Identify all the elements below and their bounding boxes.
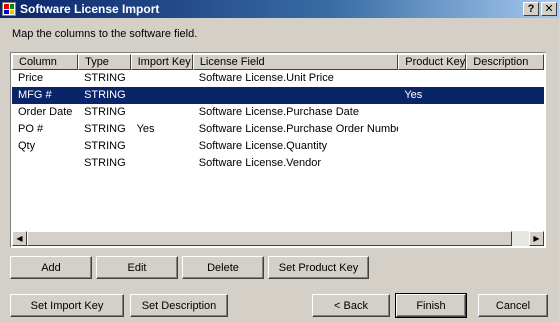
list-cell bbox=[466, 121, 544, 138]
list-item[interactable]: Price STRING Software License.Unit Price bbox=[12, 70, 544, 87]
edit-button[interactable]: Edit bbox=[96, 256, 178, 279]
list-cell bbox=[131, 87, 193, 104]
list-cell: STRING bbox=[84, 123, 126, 135]
list-item[interactable]: Qty STRING Software License.Quantity bbox=[12, 138, 544, 155]
column-header-product-key[interactable]: Product Key bbox=[398, 54, 467, 70]
help-button[interactable]: ? bbox=[523, 2, 539, 16]
column-header-column[interactable]: Column bbox=[12, 54, 79, 70]
list-cell: STRING bbox=[84, 157, 126, 169]
list-cell bbox=[131, 155, 193, 172]
list-cell: PO # bbox=[18, 123, 44, 135]
list-cell bbox=[131, 70, 193, 87]
list-cell bbox=[12, 155, 78, 172]
back-button[interactable]: < Back bbox=[312, 294, 390, 317]
column-header-type[interactable]: Type bbox=[78, 54, 131, 70]
list-cell bbox=[131, 104, 193, 121]
list-cell: Software License.Purchase Order Number bbox=[198, 123, 399, 135]
list-cell bbox=[398, 70, 466, 87]
add-button[interactable]: Add bbox=[10, 256, 92, 279]
list-cell: Software License.Quantity bbox=[198, 140, 328, 152]
column-header-license-field[interactable]: License Field bbox=[192, 54, 399, 70]
list-cell bbox=[466, 138, 544, 155]
scroll-track[interactable] bbox=[27, 231, 529, 246]
list-cell bbox=[466, 87, 544, 104]
column-mapping-list[interactable]: Column Type Import Key License Field Pro… bbox=[10, 52, 546, 248]
list-cell bbox=[193, 87, 399, 104]
list-cell bbox=[466, 155, 544, 172]
list-body: Price STRING Software License.Unit Price MF… bbox=[12, 70, 544, 172]
horizontal-scrollbar[interactable]: ◀ ▶ bbox=[12, 231, 544, 246]
list-item[interactable]: PO # STRING Yes Software License.Purchase O… bbox=[12, 121, 544, 138]
set-product-key-button[interactable]: Set Product Key bbox=[268, 256, 369, 279]
app-icon bbox=[2, 2, 16, 16]
list-cell bbox=[398, 121, 466, 138]
list-item[interactable]: Order Date STRING Software License.Purchas… bbox=[12, 104, 544, 121]
delete-button[interactable]: Delete bbox=[182, 256, 264, 279]
list-cell: Software License.Vendor bbox=[198, 157, 322, 169]
list-cell: Yes bbox=[136, 123, 155, 135]
list-header: Column Type Import Key License Field Pro… bbox=[12, 54, 544, 70]
list-cell bbox=[398, 104, 466, 121]
list-cell: Software License.Purchase Date bbox=[198, 106, 359, 118]
column-header-import-key[interactable]: Import Key bbox=[130, 54, 193, 70]
list-cell: STRING bbox=[84, 140, 126, 152]
window-title: Software License Import bbox=[20, 2, 160, 16]
list-item[interactable]: MFG # STRING Yes bbox=[12, 87, 544, 104]
list-cell bbox=[131, 138, 193, 155]
list-cell: Software License.Unit Price bbox=[198, 72, 334, 84]
list-cell: STRING bbox=[84, 72, 126, 84]
list-cell: Order Date bbox=[18, 106, 73, 118]
finish-button[interactable]: Finish bbox=[395, 293, 467, 318]
list-item[interactable]: STRING Software License.Vendor bbox=[12, 155, 544, 172]
list-cell: Yes bbox=[404, 89, 423, 101]
cancel-button[interactable]: Cancel bbox=[478, 294, 548, 317]
list-cell: Qty bbox=[18, 140, 36, 152]
list-cell: Price bbox=[18, 72, 44, 84]
scroll-thumb[interactable] bbox=[27, 231, 512, 246]
set-import-key-button[interactable]: Set Import Key bbox=[10, 294, 124, 317]
list-cell: STRING bbox=[84, 106, 126, 118]
column-header-description[interactable]: Description bbox=[466, 54, 544, 70]
list-cell bbox=[466, 104, 544, 121]
scroll-left-icon[interactable]: ◀ bbox=[12, 231, 27, 246]
list-cell: STRING bbox=[84, 89, 126, 101]
scroll-right-icon[interactable]: ▶ bbox=[529, 231, 544, 246]
list-cell bbox=[398, 138, 466, 155]
list-cell bbox=[398, 155, 466, 172]
instruction-label: Map the columns to the software field. bbox=[12, 28, 198, 40]
list-cell: MFG # bbox=[18, 89, 52, 101]
set-description-button[interactable]: Set Description bbox=[130, 294, 228, 317]
list-cell bbox=[466, 70, 544, 87]
close-button[interactable]: ✕ bbox=[541, 2, 557, 16]
title-bar: Software License Import ? ✕ bbox=[0, 0, 559, 18]
